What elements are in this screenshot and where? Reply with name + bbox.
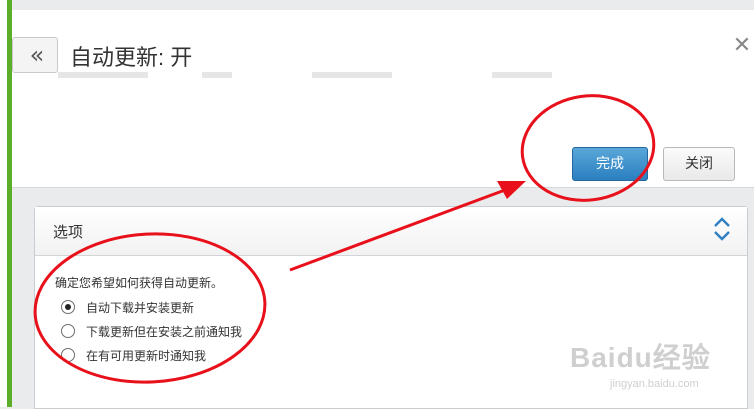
back-button[interactable]: « [12,37,58,73]
side-rail [0,0,12,407]
obscured-text [492,72,552,78]
radio-option-notify-only[interactable]: 在有可用更新时通知我 [61,345,206,365]
radio-button[interactable] [61,300,75,314]
close-button[interactable]: 关闭 [663,147,735,181]
obscured-text [312,72,392,78]
radio-option-download-notify[interactable]: 下载更新但在安装之前通知我 [61,321,242,341]
expand-collapse-icon[interactable] [709,215,735,247]
options-question: 确定您希望如何获得自动更新。 [55,276,224,290]
radio-label: 自动下载并安装更新 [86,300,195,315]
options-header[interactable]: 选项 [35,207,747,256]
close-icon[interactable]: ✕ [730,34,754,58]
watermark-brand: Baidu经验 [570,342,711,373]
page-title: 自动更新: 开 [70,45,193,70]
radio-label: 在有可用更新时通知我 [86,348,207,363]
double-chevron-left-icon: « [29,41,45,69]
dialog-header: « 自动更新: 开 ✕ 完成 关闭 [12,10,754,188]
radio-button[interactable] [61,348,75,362]
obscured-text [58,72,148,78]
done-button[interactable]: 完成 [572,147,648,181]
radio-button[interactable] [61,324,75,338]
obscured-text [202,72,232,78]
section-title: 选项 [53,223,84,241]
radio-label: 下载更新但在安装之前通知我 [86,324,243,339]
watermark-url: jingyan.baidu.com [610,378,699,390]
radio-option-auto-install[interactable]: 自动下载并安装更新 [61,297,194,317]
chevron-up-down-icon [714,217,730,241]
watermark: Baidu经验 jingyan.baidu.com [570,336,750,406]
